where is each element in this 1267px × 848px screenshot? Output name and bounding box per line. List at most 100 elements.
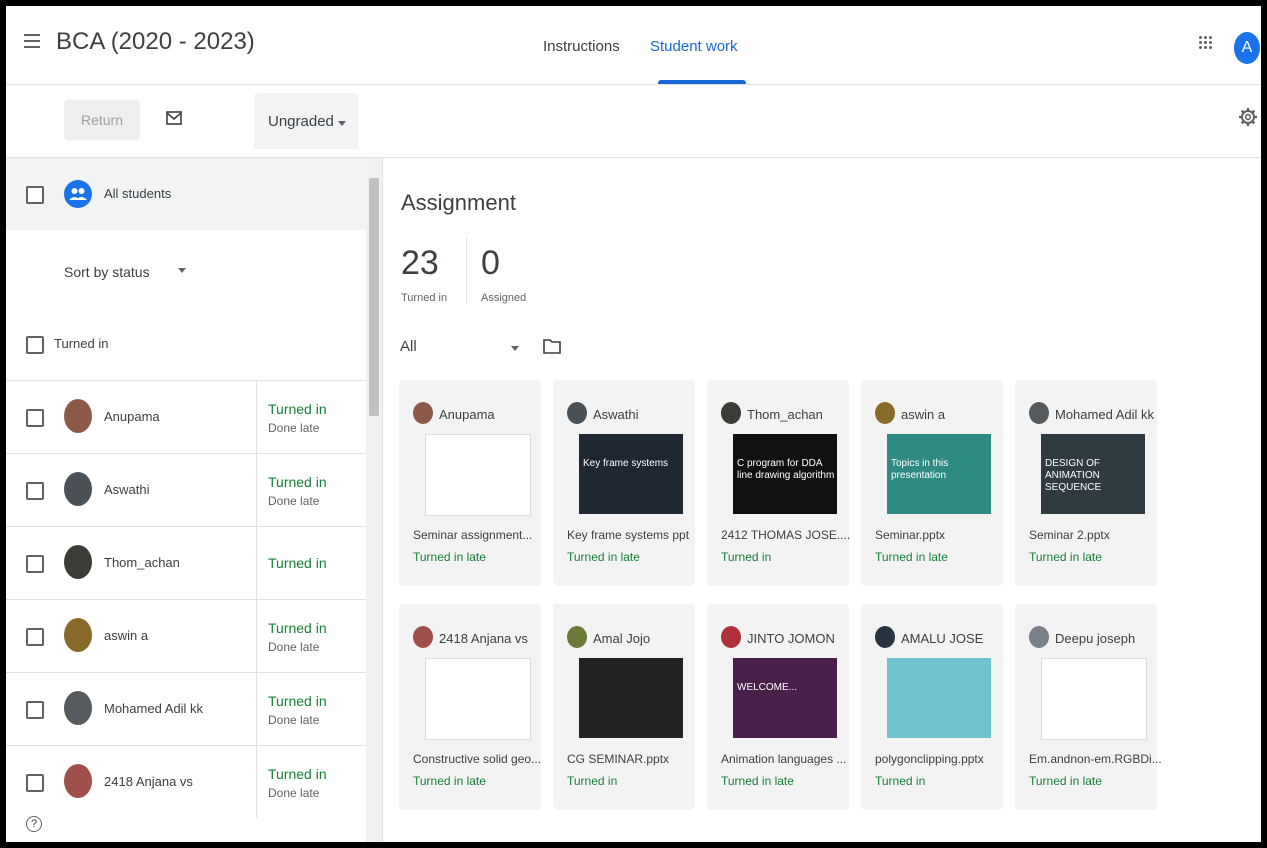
chevron-down-icon[interactable]: [511, 346, 519, 351]
card-file-name: CG SEMINAR.pptx: [567, 752, 670, 766]
file-thumbnail[interactable]: Key frame systems: [579, 434, 683, 514]
submission-card[interactable]: Thom_achan C program for DDA line drawing…: [707, 380, 851, 586]
submission-card[interactable]: Aswathi Key frame systems Key frame system…: [553, 380, 695, 586]
scrollbar[interactable]: [366, 158, 382, 842]
column-divider: [256, 527, 257, 599]
card-file-name: polygonclipping.pptx: [875, 752, 984, 766]
card-student-name: AMALU JOSE: [901, 631, 984, 646]
student-row[interactable]: aswin a Turned in Done late: [6, 599, 366, 672]
return-button[interactable]: Return: [64, 100, 140, 140]
assignment-title: Assignment: [401, 190, 516, 215]
active-tab-indicator: [658, 80, 746, 84]
scrollbar-thumb[interactable]: [369, 178, 379, 416]
card-file-name: Em.andnon-em.RGBDi...: [1029, 752, 1162, 766]
student-status-detail: Done late: [268, 786, 320, 800]
card-file-name: 2412 THOMAS JOSE....: [721, 528, 851, 542]
card-status: Turned in late: [413, 550, 486, 564]
turned-in-group-checkbox[interactable]: [26, 336, 44, 354]
column-divider: [256, 673, 257, 745]
file-thumbnail[interactable]: [425, 434, 531, 516]
submission-card[interactable]: JINTO JOMON WELCOME... Animation languages…: [707, 604, 849, 810]
file-thumbnail[interactable]: Emissive and Non-Emissive Displays: [1041, 658, 1147, 740]
card-file-name: Seminar.pptx: [875, 528, 946, 542]
group-icon: [64, 180, 92, 208]
card-status: Turned in: [721, 550, 772, 564]
file-thumbnail[interactable]: C program for DDA line drawing algorithm: [733, 434, 837, 514]
student-checkbox[interactable]: [26, 701, 44, 719]
all-students-row[interactable]: All students: [6, 158, 366, 230]
avatar: [413, 626, 433, 648]
avatar: [875, 626, 895, 648]
student-row[interactable]: Anupama Turned in Done late: [6, 380, 366, 453]
column-divider: [256, 746, 257, 818]
file-thumbnail[interactable]: WELCOME...: [733, 658, 837, 738]
sort-dropdown[interactable]: Sort by status: [64, 264, 150, 280]
student-status: Turned in: [268, 766, 327, 782]
student-checkbox[interactable]: [26, 409, 44, 427]
file-thumbnail[interactable]: [425, 658, 531, 740]
folder-icon[interactable]: [543, 338, 561, 354]
submission-card[interactable]: Amal Jojo CG SEMINAR.pptx Turned in: [553, 604, 695, 810]
student-checkbox[interactable]: [26, 555, 44, 573]
avatar: [64, 691, 92, 725]
card-student-name: Mohamed Adil kk: [1055, 407, 1154, 422]
column-divider: [256, 600, 257, 672]
file-thumbnail[interactable]: [887, 658, 991, 738]
tab-instructions[interactable]: Instructions: [543, 38, 620, 55]
gear-icon[interactable]: [1238, 107, 1258, 127]
submission-card[interactable]: Anupama Seminar assignment... Turned in la…: [399, 380, 541, 586]
card-file-name: Seminar assignment...: [413, 528, 533, 542]
card-student-name: aswin a: [901, 407, 946, 422]
submission-card[interactable]: aswin a Topics in this presentation Semina…: [861, 380, 1003, 586]
column-divider: [256, 454, 257, 526]
hamburger-menu-icon[interactable]: [24, 34, 40, 48]
student-row[interactable]: Thom_achan Turned in: [6, 526, 366, 599]
grade-select[interactable]: Ungraded: [254, 93, 358, 149]
card-status: Turned in late: [875, 550, 948, 564]
tab-student-work[interactable]: Student work: [650, 38, 738, 55]
chevron-down-icon: [338, 121, 346, 126]
avatar: [64, 399, 92, 433]
student-status-detail: Done late: [268, 640, 320, 654]
card-file-name: Seminar 2.pptx: [1029, 528, 1110, 542]
student-status-detail: Done late: [268, 494, 320, 508]
student-row[interactable]: Mohamed Adil kk Turned in Done late: [6, 672, 366, 745]
turned-in-group-label: Turned in: [54, 336, 109, 351]
filter-dropdown[interactable]: All: [400, 338, 417, 355]
student-checkbox[interactable]: [26, 482, 44, 500]
thumbnail-text: C program for DDA line drawing algorithm: [737, 458, 835, 481]
assigned-count: 0: [481, 244, 500, 282]
student-name: Aswathi: [104, 482, 150, 497]
class-title[interactable]: BCA (2020 - 2023): [56, 28, 255, 56]
all-students-checkbox[interactable]: [26, 186, 44, 204]
student-row[interactable]: Aswathi Turned in Done late: [6, 453, 366, 526]
account-avatar[interactable]: A: [1234, 32, 1260, 64]
submission-card[interactable]: 2418 Anjana vs Constructive solid geo... T…: [399, 604, 541, 810]
card-status: Turned in late: [721, 774, 794, 788]
help-icon[interactable]: ?: [26, 816, 42, 832]
avatar: [413, 402, 433, 424]
file-thumbnail[interactable]: [579, 658, 683, 738]
apps-grid-icon[interactable]: [1199, 36, 1213, 50]
submission-card[interactable]: AMALU JOSE polygonclipping.pptx Turned in: [861, 604, 1003, 810]
turned-in-count: 23: [401, 244, 439, 282]
avatar: [64, 764, 92, 798]
submission-card[interactable]: Deepu joseph Emissive and Non-Emissive Di…: [1015, 604, 1162, 810]
student-row[interactable]: 2418 Anjana vs Turned in Done late: [6, 745, 366, 818]
assignment-panel: Assignment 23 Turned in 0 Assigned All A…: [383, 158, 1261, 842]
submission-card[interactable]: Mohamed Adil kk DESIGN OF ANIMATION SEQUE…: [1015, 380, 1157, 586]
file-thumbnail[interactable]: DESIGN OF ANIMATION SEQUENCE: [1041, 434, 1145, 514]
student-checkbox[interactable]: [26, 774, 44, 792]
student-name: aswin a: [104, 628, 149, 643]
avatar: [64, 472, 92, 506]
card-student-name: Aswathi: [593, 407, 639, 422]
avatar: [721, 626, 741, 648]
app-window: BCA (2020 - 2023) Instructions Student w…: [6, 6, 1261, 842]
file-thumbnail[interactable]: Topics in this presentation: [887, 434, 991, 514]
student-status: Turned in: [268, 693, 327, 709]
avatar: [567, 626, 587, 648]
thumbnail-text: Key frame systems: [583, 458, 669, 469]
student-checkbox[interactable]: [26, 628, 44, 646]
email-icon[interactable]: [166, 111, 182, 125]
chevron-down-icon[interactable]: [178, 268, 186, 273]
